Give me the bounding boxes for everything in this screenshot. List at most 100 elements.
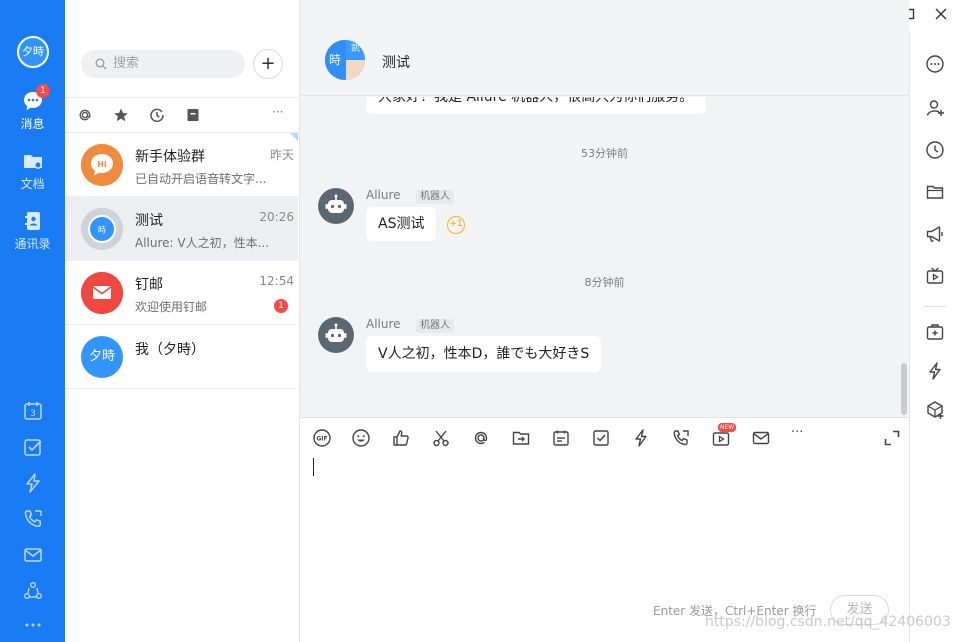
conversation-item[interactable]: 夕時 我（夕時） <box>65 325 298 389</box>
chat-panel: 時 凯 测试 大家好！我是 Allure 机器人，很高兴为你们服务。 53分钟前… <box>300 0 909 642</box>
message-list: 大家好！我是 Allure 机器人，很高兴为你们服务。 53分钟前 Allure… <box>300 97 909 417</box>
mail-avatar <box>81 272 123 314</box>
conversation-list-panel: 搜索 + ··· Hi 新手体验群 昨天 已自动开启语音转文字... 時 测试 … <box>65 0 300 642</box>
toolbar-divider <box>924 306 946 307</box>
rail-label-contacts: 通讯录 <box>14 237 51 251</box>
conversation-name: 新手体验群 <box>135 149 205 165</box>
timestamp-divider: 8分钟前 <box>584 276 625 289</box>
left-rail: 夕時 消息 1 文档 通讯录 3 <box>0 0 65 642</box>
group-avatar: Hi <box>81 144 123 186</box>
more-icon[interactable] <box>22 614 44 636</box>
add-member-icon[interactable] <box>925 98 945 118</box>
message-scrollbar[interactable] <box>901 363 907 415</box>
folder-icon[interactable] <box>925 182 945 202</box>
star-icon[interactable] <box>112 106 130 124</box>
lightning-icon[interactable] <box>22 472 44 494</box>
message-bubble[interactable]: 大家好！我是 Allure 机器人，很高兴为你们服务。 <box>366 97 706 114</box>
user-avatar[interactable]: 夕時 <box>17 36 49 68</box>
self-avatar: 夕時 <box>81 336 123 378</box>
conversation-name: 钉邮 <box>135 277 163 293</box>
folder-icon <box>22 150 44 172</box>
rail-item-docs[interactable]: 文档 <box>0 150 65 192</box>
at-icon[interactable] <box>76 106 94 124</box>
unread-badge: 1 <box>274 299 288 313</box>
conversation-item[interactable]: 時 测试 20:26 Allure: V人之初，性本... <box>65 197 298 261</box>
conversation-item[interactable]: 钉邮 12:54 欢迎使用钉邮 1 <box>65 261 298 325</box>
rail-item-contacts[interactable]: 通讯录 <box>0 210 65 252</box>
plus-one-reaction[interactable]: +1 <box>447 216 465 234</box>
sender-name[interactable]: Allure <box>366 188 401 202</box>
announcement-icon[interactable] <box>925 224 945 244</box>
conversation-time: 20:26 <box>259 210 294 224</box>
checkbox-icon[interactable] <box>591 428 611 448</box>
mail-icon[interactable] <box>22 544 44 566</box>
unread-badge: 1 <box>36 84 50 98</box>
new-badge: NEW <box>718 423 737 432</box>
text-input-caret[interactable] <box>313 458 314 476</box>
conversation-item[interactable]: Hi 新手体验群 昨天 已自动开启语音转文字... <box>65 133 298 197</box>
bot-avatar[interactable] <box>318 317 354 353</box>
timestamp-divider: 53分钟前 <box>581 147 628 160</box>
contacts-icon <box>22 210 44 232</box>
avatar-photo <box>346 60 365 80</box>
calendar-day-number: 3 <box>30 409 36 419</box>
conversation-time: 昨天 <box>269 148 294 162</box>
avatar-right-top: 凯 <box>346 40 365 59</box>
scissors-icon[interactable] <box>431 428 451 448</box>
conversation-preview: 欢迎使用钉邮 <box>135 300 208 314</box>
video-call-icon[interactable] <box>671 428 691 448</box>
pinned-corner <box>290 133 298 141</box>
rail-label-messages: 消息 <box>20 117 45 131</box>
cube-plus-icon[interactable] <box>925 400 945 420</box>
archive-icon[interactable] <box>184 106 202 124</box>
close-icon[interactable] <box>933 6 949 22</box>
message-bubble[interactable]: V人之初，性本D，誰でも大好きS <box>366 336 602 372</box>
mail-icon[interactable] <box>751 428 771 448</box>
conversation-preview: Allure: V人之初，性本... <box>135 236 270 250</box>
chat-title[interactable]: 测试 <box>382 52 410 72</box>
search-placeholder: 搜索 <box>113 56 140 71</box>
more-icon[interactable]: ··· <box>791 425 811 445</box>
emoji-icon[interactable] <box>351 428 371 448</box>
conversation-name: 测试 <box>135 213 163 229</box>
tv-icon[interactable] <box>925 266 945 286</box>
message-bubble[interactable]: AS测试 <box>366 207 437 241</box>
search-icon <box>95 58 107 70</box>
chat-header: 時 凯 测试 <box>300 32 909 96</box>
forward-icon[interactable] <box>511 428 531 448</box>
conversation-name: 我（夕時） <box>135 342 205 358</box>
message-composer: GIF NEW ··· Enter 发送，Ctrl+Enter 换行 发送 <box>300 417 909 642</box>
avatar-left: 時 <box>325 40 345 80</box>
more-circle-icon[interactable] <box>925 54 945 74</box>
robot-tag: 机器人 <box>416 319 454 333</box>
more-icon[interactable]: ··· <box>272 105 290 123</box>
sender-name[interactable]: Allure <box>366 317 401 331</box>
workflow-icon[interactable] <box>22 580 44 602</box>
rail-label-docs: 文档 <box>20 177 45 191</box>
history-icon[interactable] <box>925 140 945 160</box>
calendar-event-icon[interactable] <box>551 428 571 448</box>
todo-icon[interactable] <box>22 437 44 459</box>
group-avatar: 時 <box>81 208 123 250</box>
search-input[interactable]: 搜索 <box>81 50 245 78</box>
lightning-icon[interactable] <box>925 361 945 381</box>
add-app-icon[interactable] <box>925 322 945 342</box>
chat-side-toolbar <box>909 32 958 642</box>
calendar-icon[interactable]: 3 <box>22 400 44 422</box>
gif-icon[interactable]: GIF <box>312 428 332 448</box>
bot-avatar[interactable] <box>318 188 354 224</box>
filter-bar: ··· <box>65 97 300 133</box>
rail-item-messages[interactable]: 消息 1 <box>0 84 65 132</box>
add-button[interactable]: + <box>253 49 283 79</box>
thumbs-up-icon[interactable] <box>391 428 411 448</box>
phone-icon[interactable] <box>22 508 44 530</box>
expand-icon[interactable] <box>882 428 902 448</box>
dingtalk-window: 夕時 消息 1 文档 通讯录 3 搜索 + ··· Hi 新手体验群 昨天 已自… <box>0 0 958 642</box>
group-avatar[interactable]: 時 凯 <box>325 40 365 80</box>
robot-tag: 机器人 <box>416 190 454 204</box>
conversation-time: 12:54 <box>259 274 294 288</box>
at-icon[interactable] <box>471 428 491 448</box>
conversation-preview: 已自动开启语音转文字... <box>135 172 267 186</box>
clock-icon[interactable] <box>148 106 166 124</box>
lightning-icon[interactable] <box>631 428 651 448</box>
